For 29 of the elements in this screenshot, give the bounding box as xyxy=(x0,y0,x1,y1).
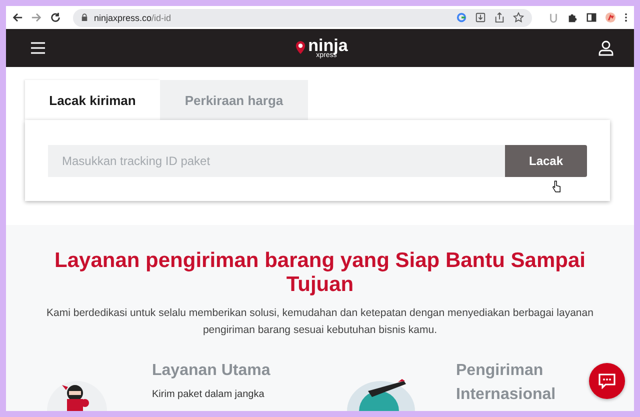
section-title: Layanan pengiriman barang yang Siap Bantu Sampai Tujuan xyxy=(54,249,586,297)
lock-icon xyxy=(81,13,88,22)
forward-icon[interactable] xyxy=(31,12,42,23)
puzzle-icon[interactable] xyxy=(567,12,578,23)
menu-icon[interactable] xyxy=(31,42,45,54)
url-text: ninjaxpress.co/id-id xyxy=(94,12,172,22)
address-bar[interactable]: ninjaxpress.co/id-id xyxy=(73,8,532,26)
side-panel-icon[interactable] xyxy=(586,12,597,23)
pin-icon xyxy=(295,40,306,56)
service-description: Kirim paket dalam jangka xyxy=(152,389,266,400)
section-description: Kami berdedikasi untuk selalu memberikan solusi, kemudahan dan ketepatan dengan menyediakan berbagai layanan pengiriman barang sesuai kebutuhan bisnis kamu. xyxy=(46,306,594,338)
chat-icon xyxy=(598,373,616,389)
tracking-id-field[interactable]: Masukkan tracking ID paket xyxy=(48,144,505,176)
back-icon[interactable] xyxy=(12,12,23,23)
tab[interactable]: Lacak kiriman xyxy=(25,80,160,120)
share-icon[interactable] xyxy=(494,12,505,23)
chat-button[interactable] xyxy=(589,363,625,399)
download-icon[interactable] xyxy=(475,12,486,23)
user-icon[interactable] xyxy=(598,40,614,56)
service-title: Pengiriman Internasional xyxy=(456,361,557,405)
star-icon[interactable] xyxy=(513,12,524,23)
more-icon[interactable] xyxy=(624,12,628,23)
service-title: Layanan Utama xyxy=(152,361,272,381)
logo-text[interactable]: ninja xyxy=(308,37,348,54)
google-icon[interactable] xyxy=(456,12,467,23)
reload-icon[interactable] xyxy=(50,12,61,23)
avatar-icon[interactable] xyxy=(605,12,616,23)
hand-cursor-icon xyxy=(552,180,561,193)
track-button[interactable]: Lacak xyxy=(505,144,587,176)
